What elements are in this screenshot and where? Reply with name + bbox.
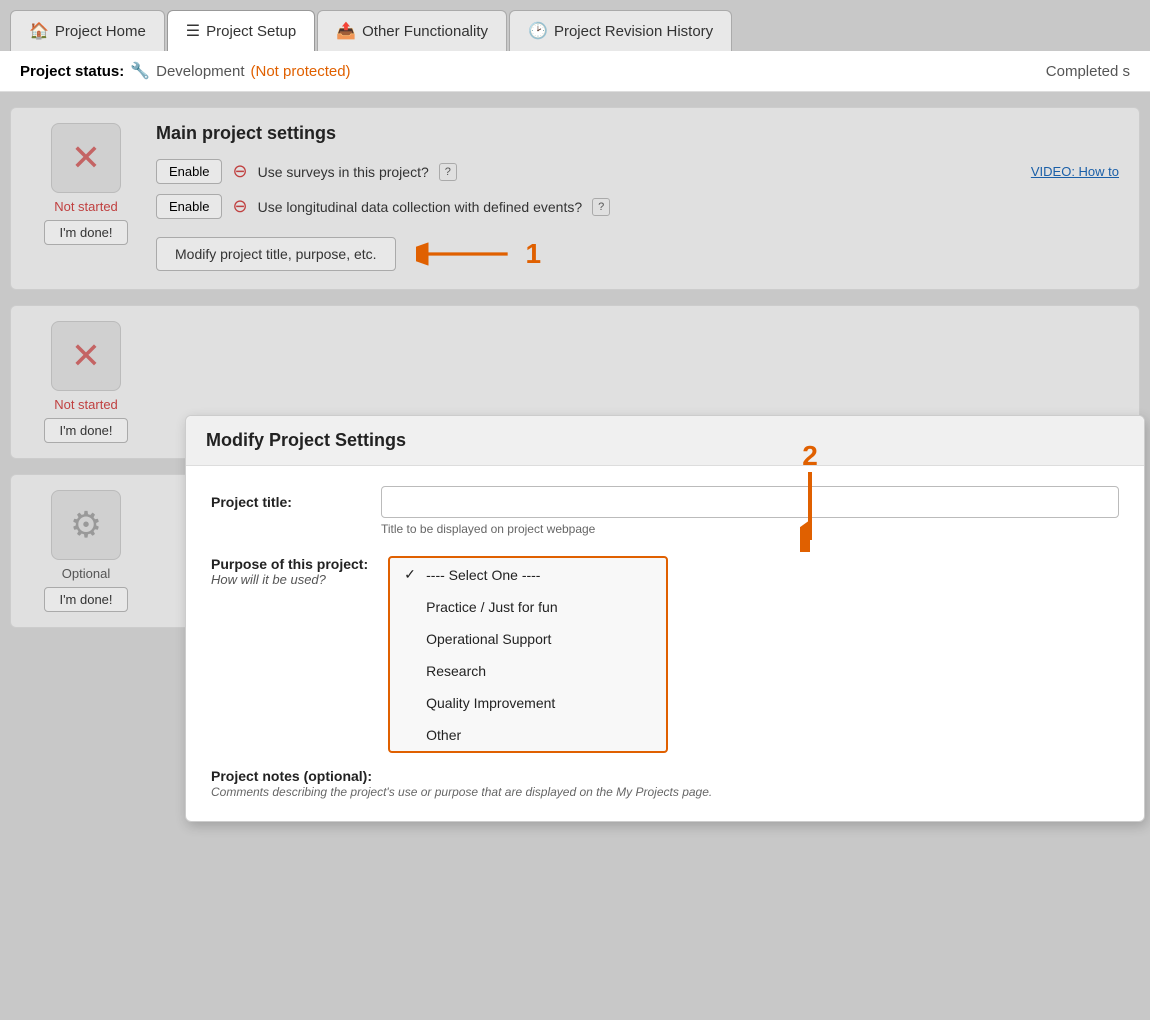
project-title-label: Project title: — [211, 486, 361, 510]
section-optional-sidebar: ⚙ Optional I'm done! — [26, 490, 146, 612]
project-title-row: Project title: Title to be displayed on … — [211, 486, 1119, 536]
section-1-sidebar: ✕ Not started I'm done! — [26, 123, 146, 245]
purpose-label-block: Purpose of this project: How will it be … — [211, 556, 368, 587]
project-title-field: Title to be displayed on project webpage — [381, 486, 1119, 536]
minus-icon-2: ⊖ — [232, 196, 247, 217]
completed-text: Completed s — [1046, 63, 1130, 80]
tab-project-home-label: Project Home — [55, 23, 146, 40]
check-select-one: ✓ — [404, 566, 418, 583]
upload-icon: 📤 — [336, 21, 356, 41]
page-wrapper: 🏠 Project Home ☰ Project Setup 📤 Other F… — [0, 0, 1150, 1020]
status-label: Project status: — [20, 63, 124, 80]
status-not-protected: (Not protected) — [251, 63, 351, 80]
purpose-row: Purpose of this project: How will it be … — [211, 556, 1119, 753]
minus-icon-1: ⊖ — [232, 161, 247, 182]
section-optional-status-label: Optional — [62, 566, 110, 581]
help-icon-longitudinal[interactable]: ? — [592, 198, 610, 216]
section-main-settings: ✕ Not started I'm done! Main project set… — [10, 107, 1140, 290]
enable-longitudinal-row: Enable ⊖ Use longitudinal data collectio… — [156, 194, 1119, 219]
home-icon: 🏠 — [29, 21, 49, 41]
gear-icon-optional: ⚙ — [70, 504, 102, 546]
tab-bar: 🏠 Project Home ☰ Project Setup 📤 Other F… — [0, 0, 1150, 51]
wrench-icon: 🔧 — [130, 61, 150, 81]
dropdown-label-quality: Quality Improvement — [426, 695, 555, 711]
status-dev-text: Development — [156, 63, 244, 80]
status-right: Completed s — [1046, 63, 1130, 80]
modal-header: Modify Project Settings — [186, 416, 1144, 466]
section-2-main — [156, 321, 1119, 401]
dropdown-label-practice: Practice / Just for fun — [426, 599, 558, 615]
tab-revision-history-label: Project Revision History — [554, 23, 713, 40]
enable-surveys-button[interactable]: Enable — [156, 159, 222, 184]
arrow-left-svg — [416, 234, 516, 274]
enable-longitudinal-button[interactable]: Enable — [156, 194, 222, 219]
x-icon-1: ✕ — [71, 137, 101, 179]
dropdown-item-other[interactable]: Other — [390, 719, 666, 751]
dropdown-label-research: Research — [426, 663, 486, 679]
section-2-sidebar: ✕ Not started I'm done! — [26, 321, 146, 443]
video-link[interactable]: VIDEO: How to — [1031, 164, 1119, 179]
dropdown-item-quality[interactable]: Quality Improvement — [390, 687, 666, 719]
purpose-sublabel: How will it be used? — [211, 572, 368, 587]
help-icon-surveys[interactable]: ? — [439, 163, 457, 181]
tab-other-functionality[interactable]: 📤 Other Functionality — [317, 10, 507, 51]
project-title-input[interactable] — [381, 486, 1119, 518]
dropdown-item-practice[interactable]: Practice / Just for fun — [390, 591, 666, 623]
section-1-done-button[interactable]: I'm done! — [44, 220, 127, 245]
arrow2-annotation: 2 — [800, 440, 820, 552]
dropdown-label-operational: Operational Support — [426, 631, 551, 647]
dropdown-item-operational[interactable]: Operational Support — [390, 623, 666, 655]
notes-sublabel: Comments describing the project's use or… — [211, 784, 712, 801]
enable-surveys-text: Use surveys in this project? — [258, 164, 429, 180]
section-2-status-icon: ✕ — [51, 321, 121, 391]
arrow2-svg — [800, 472, 820, 552]
status-left: Project status: 🔧 Development (Not prote… — [20, 61, 351, 81]
section-2-done-button[interactable]: I'm done! — [44, 418, 127, 443]
history-icon: 🕑 — [528, 21, 548, 41]
list-icon: ☰ — [186, 21, 200, 41]
arrow-number-1: 1 — [526, 238, 542, 270]
section-optional-done-button[interactable]: I'm done! — [44, 587, 127, 612]
x-icon-2: ✕ — [71, 335, 101, 377]
purpose-label: Purpose of this project: — [211, 556, 368, 572]
dropdown-label-other: Other — [426, 727, 461, 743]
enable-surveys-row: Enable ⊖ Use surveys in this project? ? … — [156, 159, 1119, 184]
notes-label-block: Project notes (optional): Comments descr… — [211, 768, 712, 801]
section-2-status-label: Not started — [54, 397, 118, 412]
section-1-status-icon: ✕ — [51, 123, 121, 193]
purpose-dropdown[interactable]: ✓ ---- Select One ---- Practice / Just f… — [388, 556, 668, 753]
modal-body: Project title: Title to be displayed on … — [186, 466, 1144, 821]
arrow-annotation-1: 1 — [416, 234, 542, 274]
dropdown-item-research[interactable]: Research — [390, 655, 666, 687]
tab-project-home[interactable]: 🏠 Project Home — [10, 10, 165, 51]
notes-label: Project notes (optional): — [211, 768, 712, 784]
arrow2-number: 2 — [802, 440, 818, 472]
modify-project-button[interactable]: Modify project title, purpose, etc. — [156, 237, 396, 271]
tab-revision-history[interactable]: 🕑 Project Revision History — [509, 10, 732, 51]
main-settings-title: Main project settings — [156, 123, 1119, 144]
notes-row: Project notes (optional): Comments descr… — [211, 768, 1119, 801]
section-1-status-label: Not started — [54, 199, 118, 214]
modify-btn-row: Modify project title, purpose, etc. 1 — [156, 234, 1119, 274]
tab-project-setup[interactable]: ☰ Project Setup — [167, 10, 315, 51]
section-optional-status-icon: ⚙ — [51, 490, 121, 560]
project-title-hint: Title to be displayed on project webpage — [381, 522, 1119, 536]
enable-longitudinal-text: Use longitudinal data collection with de… — [258, 199, 583, 215]
status-bar: Project status: 🔧 Development (Not prote… — [0, 51, 1150, 92]
section-1-main: Main project settings Enable ⊖ Use surve… — [156, 123, 1119, 274]
tab-other-functionality-label: Other Functionality — [362, 23, 488, 40]
tab-project-setup-label: Project Setup — [206, 23, 296, 40]
modal-title: Modify Project Settings — [206, 430, 406, 451]
modal-modify-project: Modify Project Settings Project title: T… — [185, 415, 1145, 822]
dropdown-label-select-one: ---- Select One ---- — [426, 567, 540, 583]
dropdown-item-select-one[interactable]: ✓ ---- Select One ---- — [390, 558, 666, 591]
